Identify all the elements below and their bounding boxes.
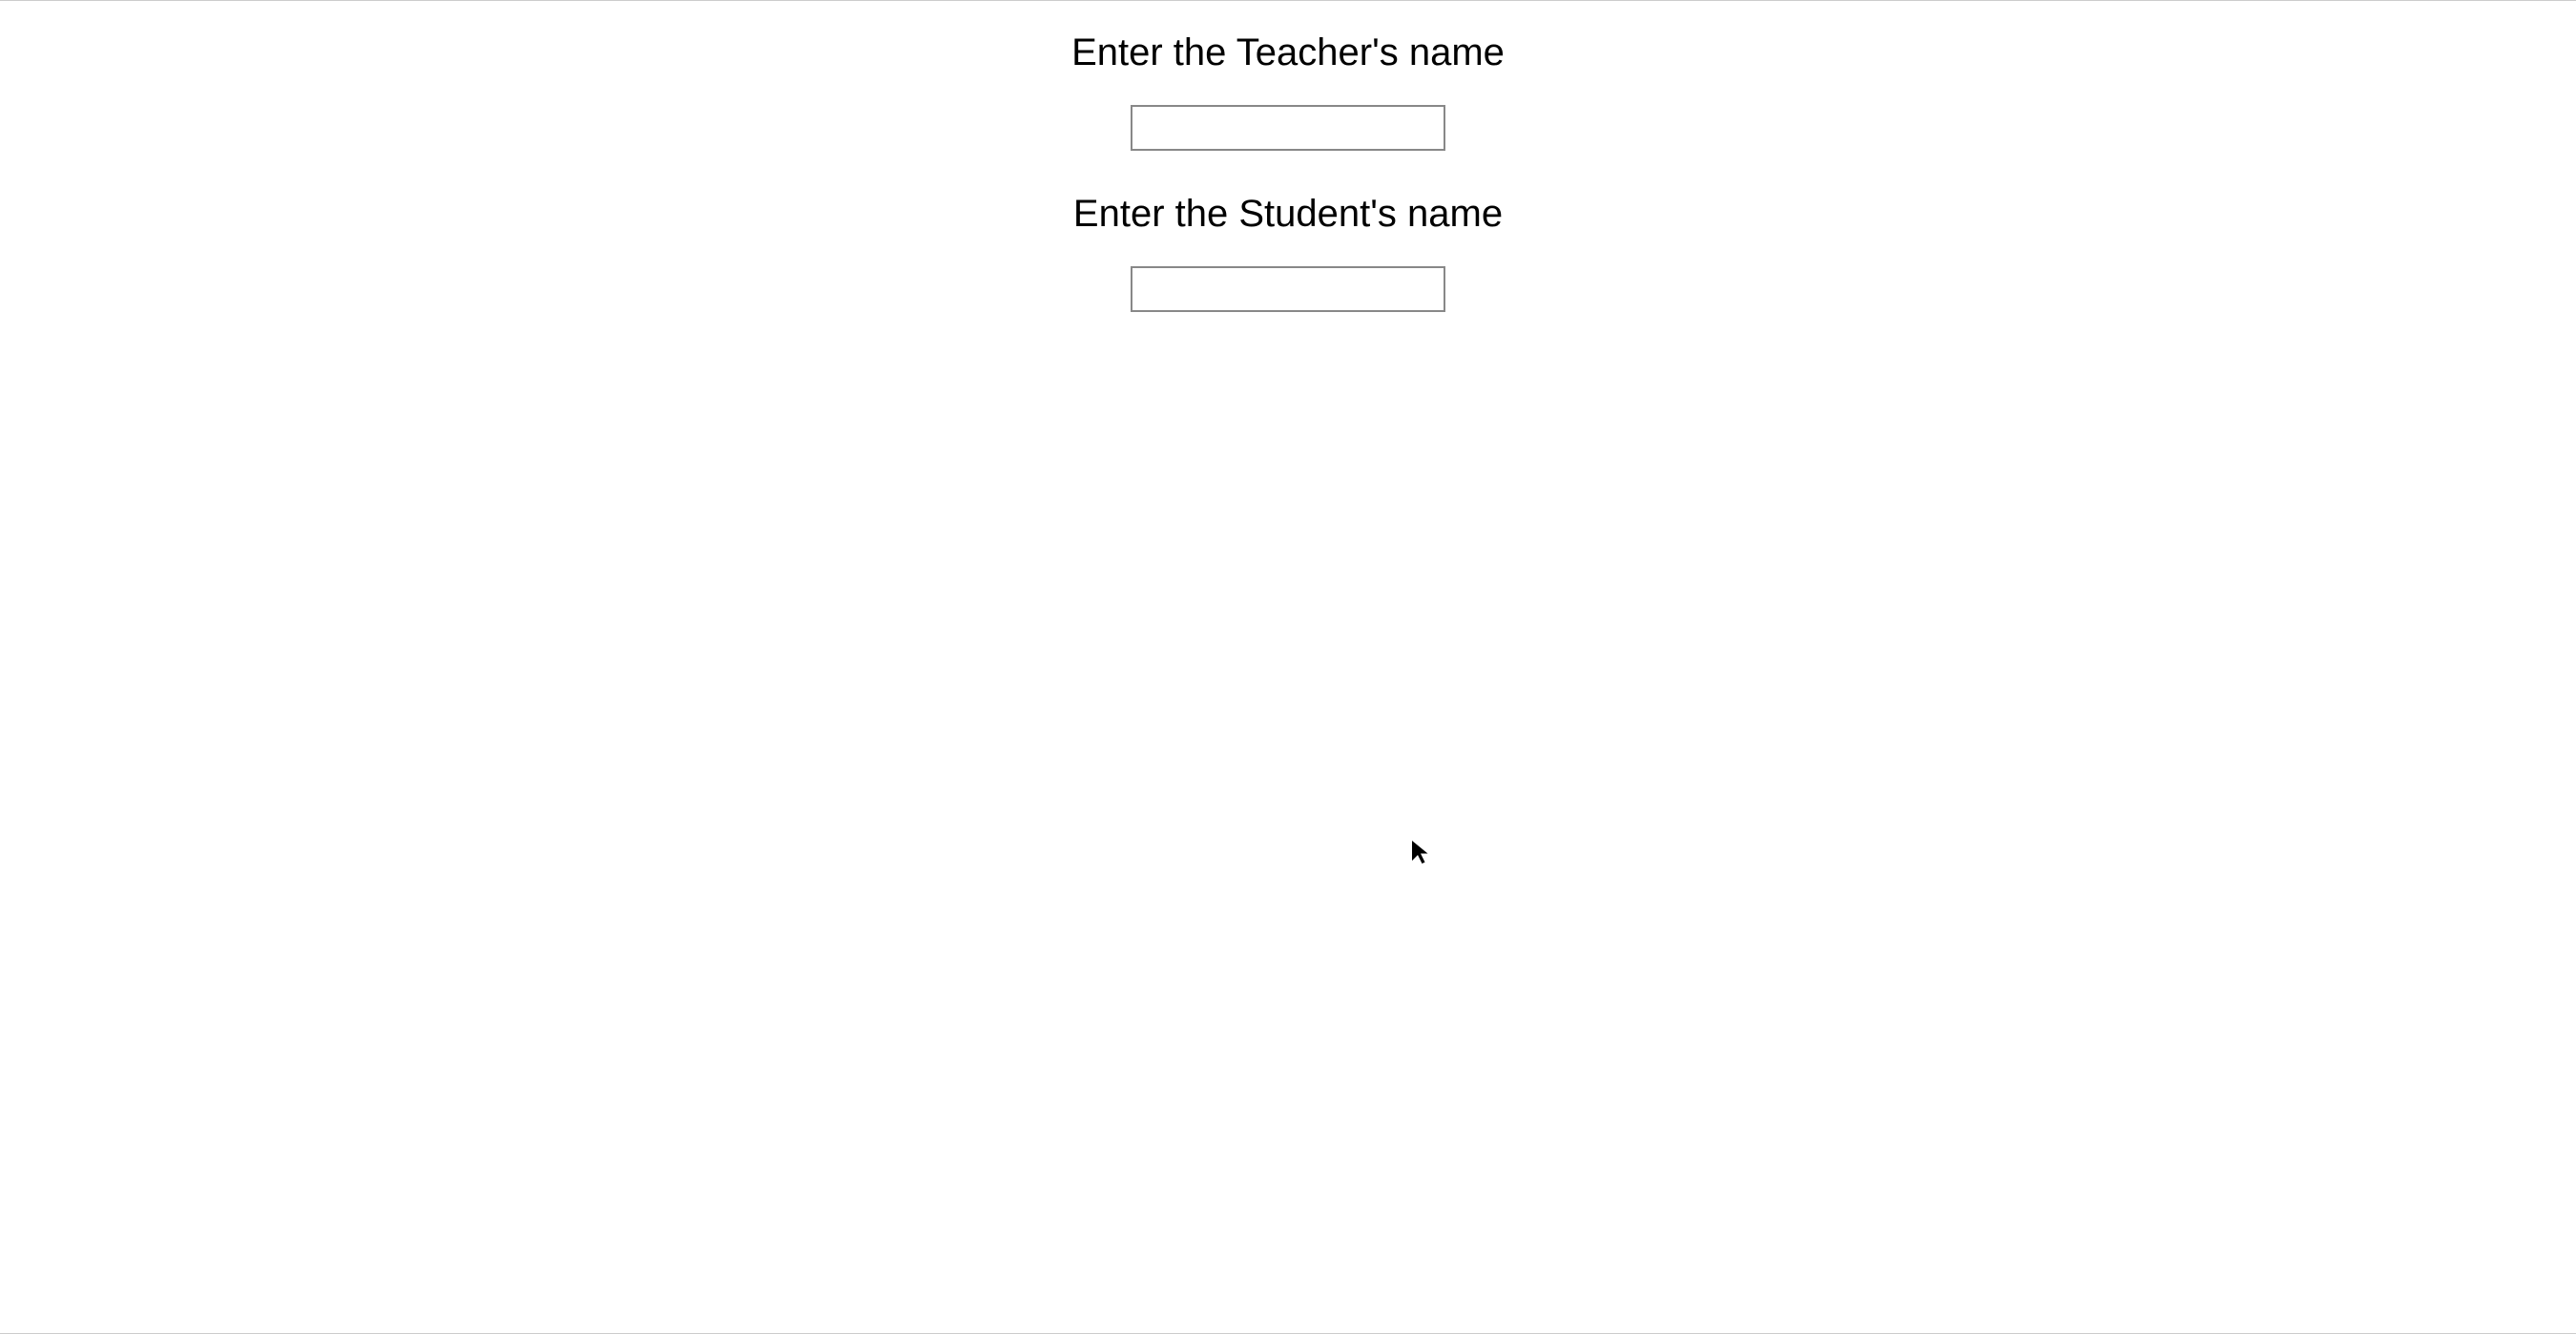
student-name-input[interactable] <box>1131 266 1445 312</box>
student-name-label: Enter the Student's name <box>0 193 2576 236</box>
mouse-cursor-icon <box>1412 841 1435 864</box>
teacher-name-label: Enter the Teacher's name <box>0 31 2576 74</box>
form-container: Enter the Teacher's name Enter the Stude… <box>0 1 2576 354</box>
teacher-name-input[interactable] <box>1131 105 1445 151</box>
